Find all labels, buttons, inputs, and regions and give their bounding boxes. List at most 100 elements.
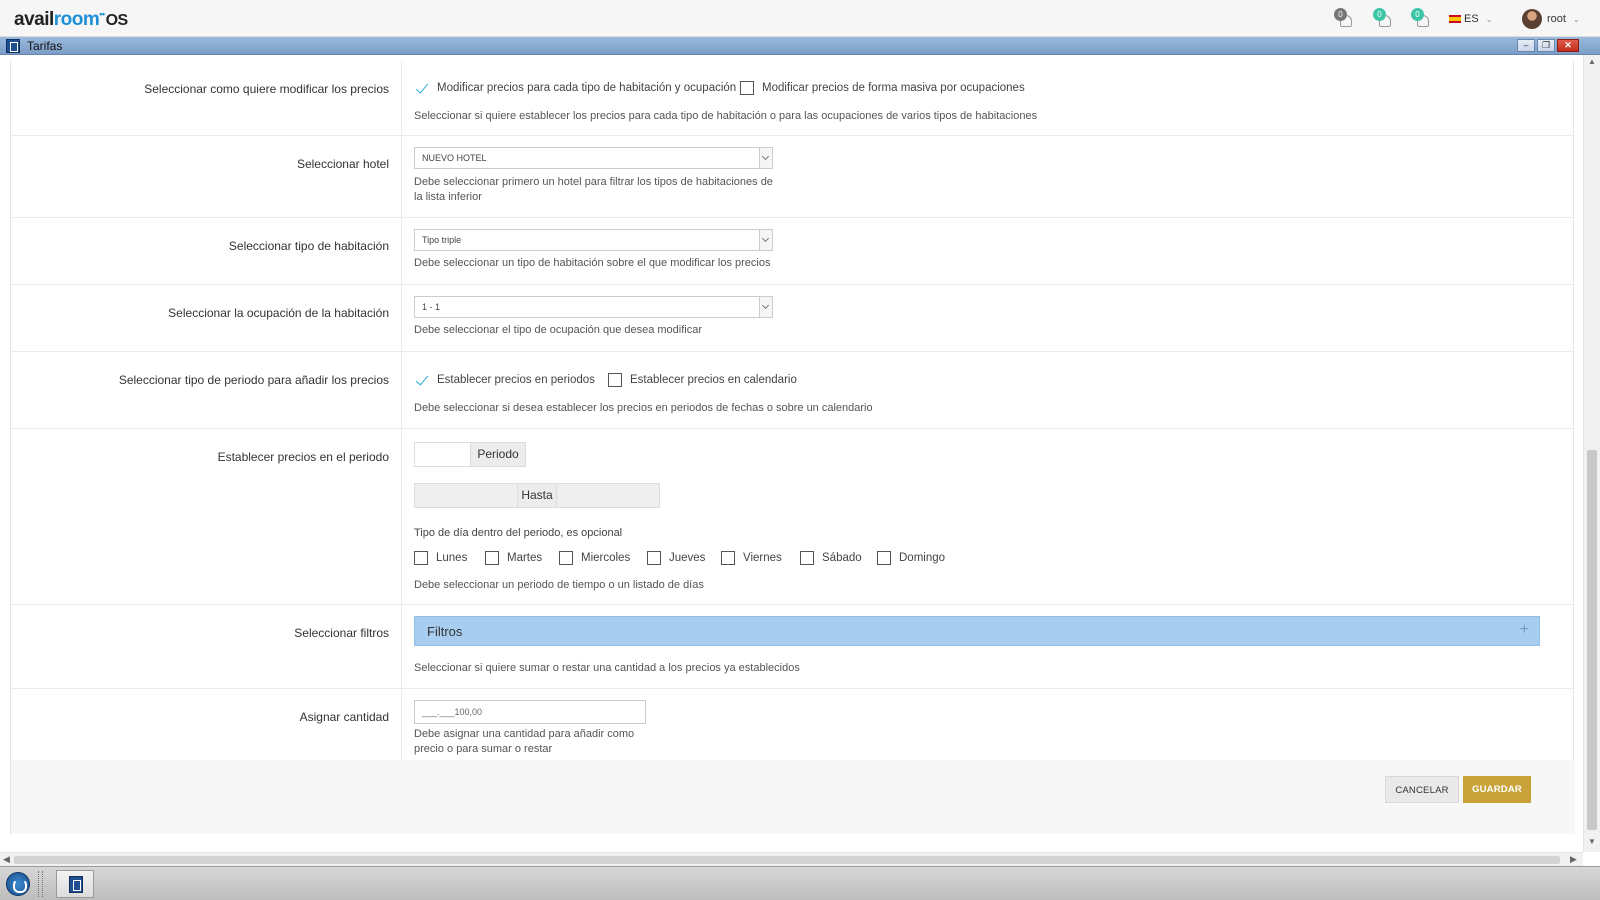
checkbox-label: Modificar precios para cada tipo de habi… (437, 82, 737, 94)
days-label: Tipo de día dentro del periodo, es opcio… (414, 527, 623, 539)
form-row-period-type: Seleccionar tipo de periodo para añadir … (11, 352, 1575, 429)
modify-massive-checkbox[interactable]: Modificar precios de forma masiva por oc… (740, 81, 1025, 95)
cancel-button[interactable]: CANCELAR (1385, 776, 1459, 803)
period-mode-checkbox[interactable]: Establecer precios en periodos (414, 373, 595, 387)
checkbox-box (414, 551, 428, 565)
window-title: Tarifas (27, 39, 63, 53)
power-icon[interactable] (6, 872, 30, 896)
language-code: ES (1464, 13, 1479, 25)
checkbox-label: Modificar precios de forma masiva por oc… (762, 82, 1025, 94)
checkbox-label: Miercoles (581, 552, 631, 564)
day-checkbox-jueves[interactable]: Jueves (647, 551, 705, 565)
hotel-label: Seleccionar hotel (296, 157, 389, 171)
day-checkbox-sabado[interactable]: Sábado (800, 551, 862, 565)
checkbox-box (800, 551, 814, 565)
notification-count: 0 (1411, 8, 1424, 21)
plus-icon[interactable]: + (1520, 621, 1529, 639)
chevron-down-icon: ⌄ (1485, 15, 1493, 24)
form-row-room-type: Seleccionar tipo de habitación Tipo trip… (11, 218, 1575, 285)
occupancy-select[interactable]: 1 - 1 (414, 296, 773, 318)
taskbar (0, 866, 1600, 900)
notification-bell-3[interactable]: 0 (1411, 8, 1429, 27)
taskbar-grip (38, 871, 43, 897)
calendar-mode-checkbox[interactable]: Establecer precios en calendario (608, 373, 797, 387)
checkbox-box (740, 81, 754, 95)
chevron-down-icon (759, 297, 772, 317)
filters-panel-header[interactable]: Filtros + (414, 616, 1540, 646)
checkbox-label: Viernes (743, 552, 782, 564)
taskbar-app-tarifas[interactable] (56, 870, 94, 898)
period-type-label: Seleccionar tipo de periodo para añadir … (118, 373, 389, 387)
checkbox-label: Establecer precios en periodos (437, 374, 595, 386)
checkbox-label: Jueves (669, 552, 706, 564)
amount-input[interactable]: ___.___100,00 (414, 700, 646, 724)
occupancy-select-value: 1 - 1 (422, 302, 441, 312)
spain-flag-icon (1449, 15, 1461, 24)
window-title-bar: Tarifas – ❐ ✕ (0, 37, 1600, 55)
language-selector[interactable]: ES ⌄ (1449, 13, 1492, 25)
amount-label: Asignar cantidad (299, 710, 389, 724)
occupancy-label: Seleccionar la ocupación de la habitació… (168, 306, 389, 320)
checkbox-box (608, 373, 622, 387)
logo-dots-icon: •• (99, 9, 105, 19)
modify-per-room-checkbox[interactable]: Modificar precios para cada tipo de habi… (414, 81, 736, 95)
checkbox-label: Martes (507, 552, 543, 564)
amount-value: ___.___100,00 (422, 707, 483, 717)
filters-label: Seleccionar filtros (294, 626, 389, 640)
form-row-period: Establecer precios en el periodo Periodo… (11, 429, 1575, 605)
scroll-left-icon[interactable]: ◀ (3, 854, 10, 865)
checkbox-box (559, 551, 573, 565)
room-type-help: Debe seleccionar un tipo de habitación s… (414, 257, 771, 269)
close-button[interactable]: ✕ (1557, 39, 1579, 52)
period-start-input[interactable] (414, 442, 471, 467)
checkmark-icon (414, 81, 430, 95)
scroll-right-icon[interactable]: ▶ (1570, 854, 1577, 865)
checkmark-icon (414, 373, 430, 387)
checkbox-label: Establecer precios en calendario (630, 374, 797, 386)
form-footer: CANCELAR GUARDAR (11, 760, 1575, 834)
period-type-help: Debe seleccionar si desea establecer los… (414, 402, 873, 414)
notification-bell-2[interactable]: 0 (1373, 8, 1391, 27)
calculator-icon (69, 876, 83, 893)
logo-text-room: room (53, 9, 100, 30)
checkbox-box (877, 551, 891, 565)
restore-button[interactable]: ❐ (1537, 39, 1555, 52)
checkbox-box (647, 551, 661, 565)
user-menu[interactable]: root ⌄ (1522, 9, 1580, 29)
horizontal-scrollbar[interactable]: ◀ ▶ (0, 852, 1583, 866)
checkbox-label: Lunes (436, 552, 468, 564)
period-from-input[interactable] (414, 483, 518, 508)
hotel-select-value: NUEVO HOTEL (422, 153, 487, 163)
filters-help: Seleccionar si quiere sumar o restar una… (414, 662, 800, 674)
notification-count: 0 (1334, 8, 1347, 21)
logo-text-avail: avail (14, 9, 54, 30)
room-type-select[interactable]: Tipo triple (414, 229, 773, 251)
vertical-scrollbar[interactable]: ▲ ▼ (1583, 55, 1600, 852)
save-button[interactable]: GUARDAR (1463, 776, 1531, 803)
form-row-hotel: Seleccionar hotel NUEVO HOTEL Debe selec… (11, 136, 1575, 218)
day-checkbox-lunes[interactable]: Lunes (414, 551, 467, 565)
room-type-label: Seleccionar tipo de habitación (228, 239, 389, 253)
notification-bell-1[interactable]: 0 (1334, 8, 1352, 27)
filters-panel-title: Filtros (427, 624, 463, 639)
day-checkbox-miercoles[interactable]: Miercoles (559, 551, 630, 565)
period-help: Debe seleccionar un periodo de tiempo o … (414, 579, 704, 591)
scrollbar-thumb[interactable] (14, 856, 1560, 864)
tarifas-form: Seleccionar como quiere modificar los pr… (10, 61, 1575, 834)
chevron-down-icon: ⌄ (1573, 14, 1580, 24)
occupancy-help: Debe seleccionar el tipo de ocupación qu… (414, 324, 703, 336)
day-checkbox-viernes[interactable]: Viernes (721, 551, 782, 565)
day-checkbox-domingo[interactable]: Domingo (877, 551, 945, 565)
period-to-input[interactable] (556, 483, 660, 508)
checkbox-box (485, 551, 499, 565)
calculator-icon (6, 39, 20, 53)
checkbox-label: Domingo (899, 552, 946, 564)
scrollbar-thumb[interactable] (1587, 450, 1597, 830)
modify-mode-help: Seleccionar si quiere establecer los pre… (414, 110, 1038, 122)
day-checkbox-martes[interactable]: Martes (485, 551, 542, 565)
minimize-button[interactable]: – (1517, 39, 1535, 52)
scroll-down-icon[interactable]: ▼ (1588, 837, 1596, 846)
app-logo[interactable]: availroom••OS (14, 9, 128, 31)
scroll-up-icon[interactable]: ▲ (1588, 57, 1596, 66)
hotel-select[interactable]: NUEVO HOTEL (414, 147, 773, 169)
